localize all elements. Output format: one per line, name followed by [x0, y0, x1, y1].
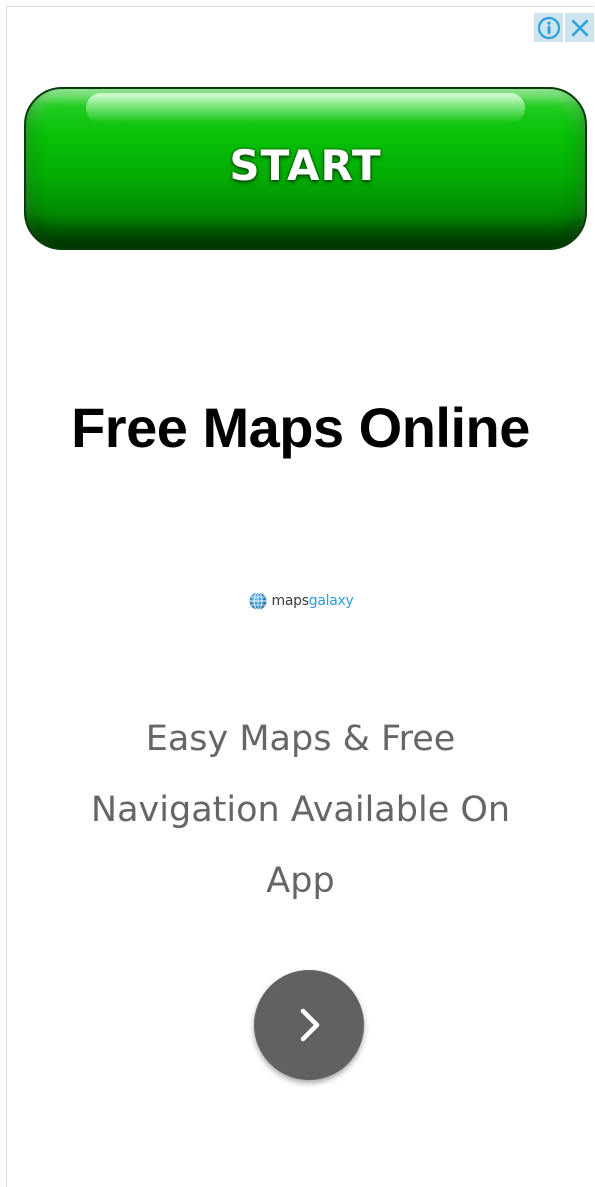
brand-name-part1: maps [271, 593, 310, 609]
next-button[interactable] [254, 970, 364, 1080]
brand-logo[interactable]: mapsgalaxy [7, 591, 594, 611]
globe-icon [249, 592, 267, 610]
brand-name: mapsgalaxy [272, 593, 354, 609]
start-button-label: START [229, 141, 382, 190]
adchoices-bar [534, 13, 594, 42]
ad-close-button[interactable] [565, 13, 594, 42]
adchoices-info-button[interactable] [534, 13, 563, 42]
button-gloss [86, 93, 525, 123]
start-button[interactable]: START [24, 87, 587, 250]
brand-name-part2: galaxy [308, 593, 354, 609]
ad-headline[interactable]: Free Maps Online [7, 395, 594, 460]
close-icon [571, 19, 588, 36]
chevron-right-icon [300, 1008, 320, 1042]
ad-description[interactable]: Easy Maps & Free Navigation Available On… [67, 704, 534, 917]
info-icon [537, 16, 560, 39]
ad-container: START Free Maps Online mapsgalaxy Easy M… [6, 6, 594, 1187]
